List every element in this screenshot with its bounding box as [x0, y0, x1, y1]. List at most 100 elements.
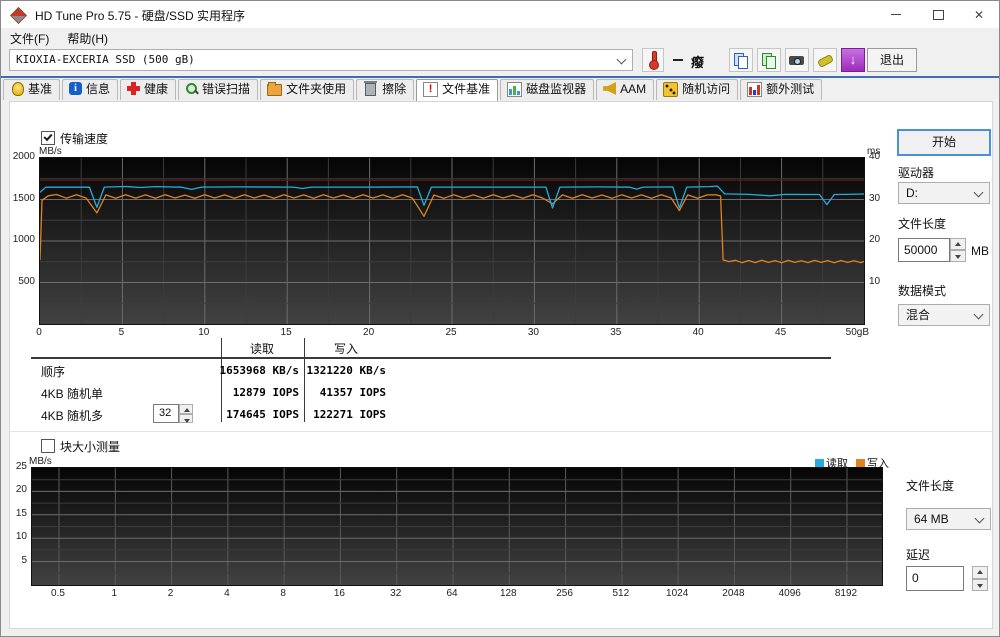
- chevron-down-icon: [975, 514, 985, 524]
- info-icon: [69, 82, 82, 95]
- temperature-button[interactable]: [642, 48, 664, 72]
- spin-up-button[interactable]: [179, 404, 193, 414]
- camera-button[interactable]: [785, 48, 809, 72]
- download-icon: ↓: [845, 52, 861, 68]
- file-length-input[interactable]: 50000: [898, 238, 950, 262]
- chart1-x-tick: 20: [357, 327, 381, 338]
- tab-random-access[interactable]: 随机访问: [656, 79, 738, 100]
- chart2-x-tick: 1: [94, 588, 134, 599]
- tab-label: 文件夹使用: [286, 82, 346, 96]
- spin-down-button[interactable]: [950, 250, 966, 262]
- tab-label: 额外测试: [766, 82, 814, 96]
- data-mode-dropdown[interactable]: 混合: [898, 304, 990, 326]
- start-button[interactable]: 开始: [898, 130, 990, 155]
- delay-stepper: [972, 566, 988, 591]
- chart2-y-tick: 10: [5, 531, 27, 542]
- chart2-y-tick: 15: [5, 508, 27, 519]
- chart1-x-tick: 40: [686, 327, 710, 338]
- transfer-speed-checkbox[interactable]: 传输速度: [41, 130, 108, 147]
- chart2-x-tick: 4096: [770, 588, 810, 599]
- block-size-label: 块大小测量: [60, 440, 120, 454]
- tab-label: 信息: [86, 82, 110, 96]
- tab-file-benchmark[interactable]: 文件基准: [416, 79, 498, 101]
- chart2-x-tick: 32: [376, 588, 416, 599]
- error-scan-icon: [185, 82, 198, 95]
- tab-label: 随机访问: [682, 82, 730, 96]
- queue-depth-input[interactable]: 32: [153, 404, 179, 423]
- tab-label: 基准: [28, 82, 52, 96]
- drive-select[interactable]: KIOXIA-EXCERIA SSD (500 gB): [9, 49, 633, 71]
- tab-erase[interactable]: 擦除: [356, 79, 414, 100]
- chart2-x-tick: 256: [545, 588, 585, 599]
- camera-icon: [789, 52, 805, 68]
- tab-folder-usage[interactable]: 文件夹使用: [260, 79, 354, 100]
- chart1-y-right-tick: 40: [869, 151, 889, 162]
- results-row-label: 顺序: [41, 363, 65, 380]
- tab-error-scan[interactable]: 错误扫描: [178, 79, 258, 100]
- minimize-button[interactable]: [875, 1, 917, 28]
- chevron-down-icon: [974, 188, 984, 198]
- tab-aam[interactable]: AAM: [596, 79, 654, 100]
- data-mode-dropdown-value: 混合: [906, 308, 930, 322]
- chart2-x-tick: 4: [207, 588, 247, 599]
- results-col-write: 写入: [306, 340, 386, 357]
- chevron-down-icon: [617, 55, 627, 65]
- tabbar: 基准 信息健康错误扫描 文件夹使用擦除文件基准 磁盘监视器 AAM 随机访问 额外测试: [1, 79, 999, 101]
- tab-label: AAM: [620, 82, 646, 96]
- maximize-icon: [933, 10, 944, 20]
- tab-info[interactable]: 信息: [62, 79, 118, 100]
- copy-clipboard-icon: [733, 52, 749, 68]
- menubar: 文件(F)帮助(H): [1, 28, 999, 48]
- titlebar: HD Tune Pro 5.75 - 硬盘/SSD 实用程序 ✕: [1, 1, 999, 29]
- transfer-speed-chart: [39, 157, 865, 325]
- transfer-speed-label: 传输速度: [60, 132, 108, 146]
- file-length-label: 文件长度: [898, 215, 946, 232]
- copy-image-button[interactable]: [757, 48, 781, 72]
- results-divider: [304, 338, 305, 422]
- drive-dropdown[interactable]: D:: [898, 182, 990, 204]
- checkbox-checked-icon: [41, 131, 55, 145]
- results-write-value: 122271 IOPS: [306, 408, 386, 421]
- file-length2-dropdown[interactable]: 64 MB: [906, 508, 991, 530]
- tab-health[interactable]: 健康: [120, 79, 176, 100]
- exit-button[interactable]: 退出: [867, 48, 917, 72]
- chart2-x-tick: 8: [263, 588, 303, 599]
- menu-item-file[interactable]: 文件(F): [1, 28, 58, 49]
- spin-up-button[interactable]: [950, 238, 966, 250]
- spin-up-button[interactable]: [972, 566, 988, 579]
- chart2-y-tick: 5: [5, 555, 27, 566]
- results-write-value: 1321220 KB/s: [306, 364, 386, 377]
- delay-input[interactable]: 0: [906, 566, 964, 591]
- highlight-button[interactable]: [813, 48, 837, 72]
- chart1-y-left-unit: MB/s: [39, 146, 62, 157]
- random-access-icon: [663, 82, 678, 97]
- block-size-checkbox[interactable]: 块大小测量: [41, 438, 120, 455]
- chart1-y-left-tick: 500: [9, 276, 35, 287]
- spin-down-button[interactable]: [179, 414, 193, 424]
- highlight-icon: [817, 52, 833, 68]
- tab-label: 磁盘监视器: [526, 82, 586, 96]
- tab-disk-monitor[interactable]: 磁盘监视器: [500, 79, 594, 100]
- download-button[interactable]: ↓: [841, 48, 865, 72]
- tab-benchmark[interactable]: 基准: [3, 79, 60, 100]
- close-button[interactable]: ✕: [958, 1, 1000, 28]
- menu-item-help[interactable]: 帮助(H): [58, 28, 117, 49]
- tab-extra-tests[interactable]: 额外测试: [740, 79, 822, 100]
- maximize-button[interactable]: [917, 1, 959, 28]
- checkbox-unchecked-icon: [41, 439, 55, 453]
- chart2-x-tick: 16: [319, 588, 359, 599]
- results-row-label: 4KB 随机多: [41, 407, 103, 424]
- results-col-read: 读取: [223, 340, 301, 357]
- close-icon: ✕: [974, 8, 984, 22]
- toolbar: KIOXIA-EXCERIA SSD (500 gB) 癈 ↓ 退出: [1, 48, 999, 76]
- drive-label: 驱动器: [898, 164, 934, 181]
- spin-down-button[interactable]: [972, 579, 988, 592]
- file-benchmark-icon: [423, 82, 438, 97]
- chevron-down-icon: [974, 310, 984, 320]
- app-window: HD Tune Pro 5.75 - 硬盘/SSD 实用程序 ✕ 文件(F)帮助…: [0, 0, 1000, 637]
- block-size-chart: [31, 467, 883, 586]
- copy-clipboard-button[interactable]: [729, 48, 753, 72]
- section-separator: [10, 431, 992, 432]
- copy-image-icon: [761, 52, 777, 68]
- chart1-y-left-tick: 1500: [9, 193, 35, 204]
